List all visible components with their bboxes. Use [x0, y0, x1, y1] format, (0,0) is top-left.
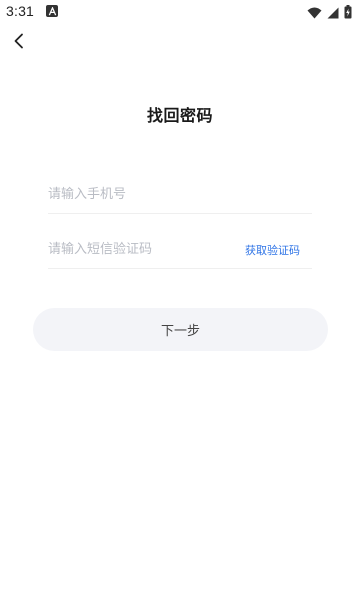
status-time: 3:31 [6, 3, 35, 19]
back-button[interactable] [8, 32, 30, 54]
get-code-button[interactable]: 获取验证码 [245, 242, 300, 258]
sms-code-field-row: 获取验证码 [48, 231, 312, 269]
app-a-icon [46, 5, 58, 17]
sms-code-input[interactable] [48, 234, 228, 265]
cellular-signal-icon [327, 4, 339, 23]
battery-charging-icon [344, 4, 352, 23]
page-title: 找回密码 [146, 106, 213, 125]
status-bar: 3:31 [0, 0, 360, 24]
phone-input[interactable] [48, 179, 228, 210]
phone-field-row [48, 176, 312, 214]
next-button[interactable]: 下一步 [33, 308, 328, 351]
chevron-left-icon [13, 33, 25, 53]
status-icons [307, 4, 352, 23]
bottom-strip [0, 592, 360, 600]
find-password-screen: 3:31 找回密码 请输入手机号 请输入短信验证码 获取验证码 下一步 [0, 0, 360, 600]
wifi-icon [307, 4, 322, 23]
